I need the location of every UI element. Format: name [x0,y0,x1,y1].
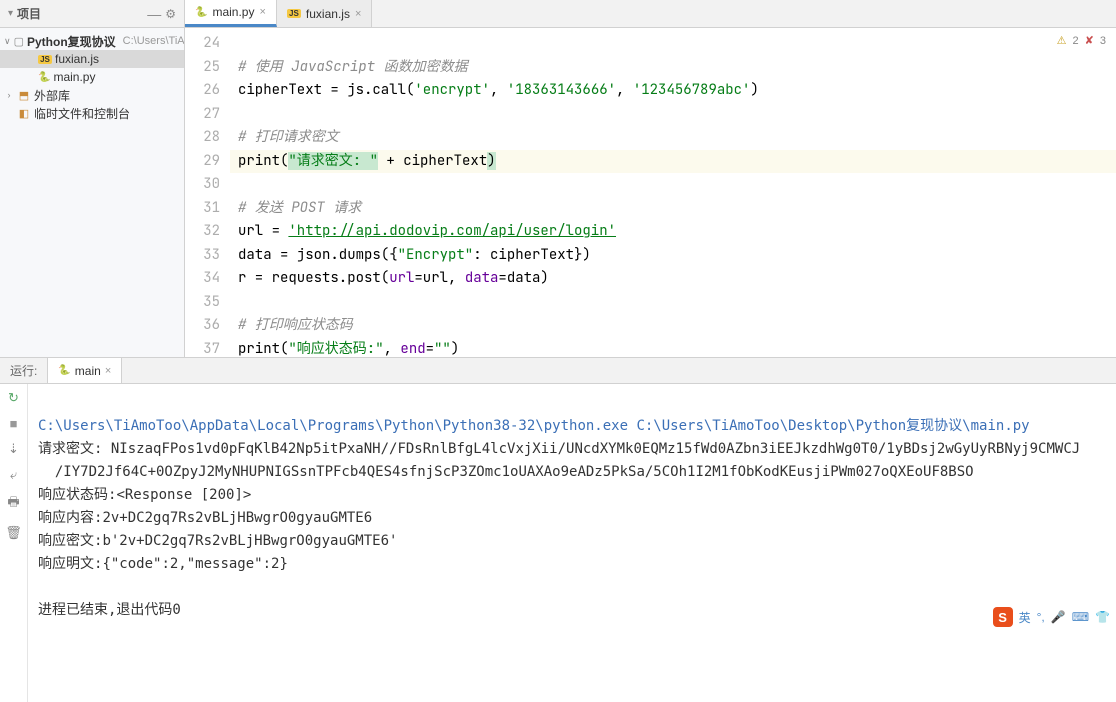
output-value: {"code":2,"message":2} [102,556,287,572]
line-gutter: 24 25 26 27 28 29 30 31 32 33 34 35 36 3… [185,28,230,357]
python-file-icon: 🐍 [195,7,207,18]
python-file-icon: 🐍 [58,365,70,376]
output-label: 响应明文: [38,556,102,572]
chevron-down-icon[interactable]: ∨ [4,36,11,47]
output-value: NIszaqFPos1vd0pFqKlB42Np5itPxaNH//FDsRnl… [111,441,1080,457]
output-value: 2v+DC2gq7Rs2vBLjHBwgrO0gyauGMTE6 [102,510,372,526]
collapse-icon[interactable]: ▾ [8,8,13,19]
run-tab-label: main [75,364,101,378]
tree-file-main[interactable]: 🐍 main.py [0,68,184,86]
output-label: 请求密文: [38,441,102,457]
tree-file-fuxian[interactable]: JS fuxian.js [0,50,184,68]
close-icon[interactable]: × [355,8,361,20]
trash-icon[interactable]: 🗑 [5,525,23,541]
print-icon[interactable]: 🖶 [5,493,23,515]
wrap-icon[interactable]: ⤶ [5,467,23,483]
sogou-ime-icon[interactable]: S [993,607,1013,627]
scratch-icon: ◧ [17,107,31,120]
tree-scratches-label: 临时文件和控制台 [34,105,130,122]
rerun-icon[interactable]: ↻ [5,390,23,406]
run-panel-header: 运行: 🐍 main × [0,358,1116,384]
editor-tab-fuxian[interactable]: JS fuxian.js × [277,0,372,27]
gear-icon[interactable]: ⚙ [165,7,176,21]
tree-external-libs[interactable]: › ⬒ 外部库 [0,86,184,104]
tree-file-label: fuxian.js [55,52,99,66]
tree-file-label: main.py [53,70,95,84]
tab-label: main.py [212,5,254,19]
code-comment: # 打印响应状态码 [238,316,353,334]
run-panel-title: 运行: [0,358,48,383]
editor-tab-main[interactable]: 🐍 main.py × [185,0,277,27]
close-icon[interactable]: × [259,6,265,18]
run-tab-main[interactable]: 🐍 main × [48,358,122,383]
project-panel-title: 项目 [17,5,41,22]
js-file-icon: JS [38,55,52,64]
editor-area: 🐍 main.py × JS fuxian.js × ⚠2 ✘3 24 25 [185,0,1116,357]
ime-keyboard-icon[interactable]: ⌨ [1072,610,1089,624]
minimize-icon[interactable]: — [147,6,161,22]
run-output[interactable]: C:\Users\TiAmoToo\AppData\Local\Programs… [28,384,1116,702]
output-command: C:\Users\TiAmoToo\AppData\Local\Programs… [38,418,906,434]
python-file-icon: 🐍 [38,72,50,83]
code-comment: # 发送 POST 请求 [238,199,361,217]
tree-root-label: Python复现协议 [27,33,116,50]
tree-external-label: 外部库 [34,87,70,104]
run-toolbar: ↻ ■ ⇣ ⤶ 🖶 🗑 [0,384,28,702]
output-value: b'2v+DC2gq7Rs2vBLjHBwgrO0gyauGMTE6' [102,533,397,549]
output-label: 响应状态码: [38,487,116,503]
ime-punct-icon[interactable]: °, [1037,610,1045,624]
tree-root-path: C:\Users\TiAmo [123,35,184,47]
ime-skin-icon[interactable]: 👕 [1095,610,1110,624]
project-panel: ▾ 项目 — ⚙ ∨ ▢ Python复现协议 C:\Users\TiAmo J… [0,0,185,357]
chevron-right-icon[interactable]: › [4,90,14,100]
code-content[interactable]: # 使用 JavaScript 函数加密数据 cipherText = js.c… [230,28,1116,357]
ime-lang-label[interactable]: 英 [1019,609,1031,626]
tree-root-folder[interactable]: ∨ ▢ Python复现协议 C:\Users\TiAmo [0,32,184,50]
stop-icon[interactable]: ■ [5,416,23,431]
library-icon: ⬒ [17,89,31,102]
close-icon[interactable]: × [105,365,111,377]
tree-scratches[interactable]: ◧ 临时文件和控制台 [0,104,184,122]
output-exit-message: 进程已结束,退出代码0 [38,602,181,618]
output-value: <Response [200]> [116,487,251,503]
code-comment: # 使用 JavaScript 函数加密数据 [238,58,468,76]
scroll-icon[interactable]: ⇣ [5,441,23,457]
output-label: 响应密文: [38,533,102,549]
js-file-icon: JS [287,9,301,18]
code-comment: # 打印请求密文 [238,128,339,146]
run-panel: 运行: 🐍 main × ↻ ■ ⇣ ⤶ 🖶 🗑 C:\Users\TiAmoT… [0,358,1116,702]
project-panel-header: ▾ 项目 — ⚙ [0,0,184,28]
ime-mic-icon[interactable]: 🎤 [1051,610,1066,624]
project-tree: ∨ ▢ Python复现协议 C:\Users\TiAmo JS fuxian.… [0,28,184,126]
editor-tabs-bar: 🐍 main.py × JS fuxian.js × [185,0,1116,28]
code-editor[interactable]: 24 25 26 27 28 29 30 31 32 33 34 35 36 3… [185,28,1116,357]
output-value-cont: /IY7D2Jf64C+0OZpyJ2MyNHUPNIGSsnTPFcb4QES… [55,464,974,480]
output-label: 响应内容: [38,510,102,526]
tab-label: fuxian.js [306,7,350,21]
folder-icon: ▢ [14,35,24,48]
ime-toolbar[interactable]: S 英 °, 🎤 ⌨ 👕 [993,607,1110,627]
